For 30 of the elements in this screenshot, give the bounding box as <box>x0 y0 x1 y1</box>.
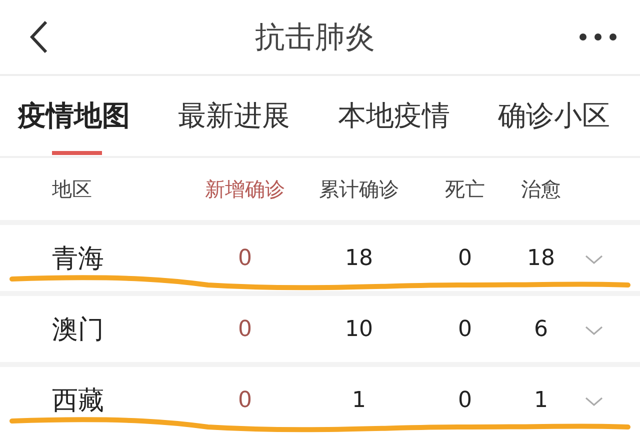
column-header: 累计确诊 <box>319 176 399 200</box>
table-cell: 0 <box>458 246 472 270</box>
tab-indicator <box>52 151 102 155</box>
column-header: 治愈 <box>521 176 561 200</box>
table-cell: 0 <box>238 388 252 412</box>
table-cell: 6 <box>534 316 548 342</box>
expand-icon[interactable] <box>585 396 603 406</box>
expand-icon[interactable] <box>585 326 603 336</box>
column-header: 地区 <box>52 176 92 200</box>
tab[interactable]: 本地疫情 <box>338 83 450 149</box>
page-title: 抗击肺炎 <box>255 18 375 56</box>
table-cell: 18 <box>527 246 555 270</box>
expand-icon[interactable] <box>585 254 603 264</box>
region-cell: 青海 <box>52 244 104 274</box>
table-cell: 0 <box>458 316 472 342</box>
table-cell: 0 <box>238 246 252 270</box>
table-cell: 1 <box>534 388 548 412</box>
table-cell: 1 <box>352 388 366 412</box>
table-cell: 18 <box>345 246 373 270</box>
tab[interactable]: 疫情地图 <box>18 83 130 149</box>
tab[interactable]: 最新进展 <box>178 83 290 149</box>
column-header: 死亡 <box>445 176 485 200</box>
column-header: 新增确诊 <box>205 176 285 200</box>
table-cell: 0 <box>238 316 252 342</box>
table-cell: 0 <box>458 388 472 412</box>
more-icon[interactable] <box>578 32 618 42</box>
tab[interactable]: 确诊小区 <box>498 83 610 149</box>
region-cell: 西藏 <box>52 386 104 416</box>
region-cell: 澳门 <box>52 314 104 344</box>
table-cell: 10 <box>345 316 373 342</box>
